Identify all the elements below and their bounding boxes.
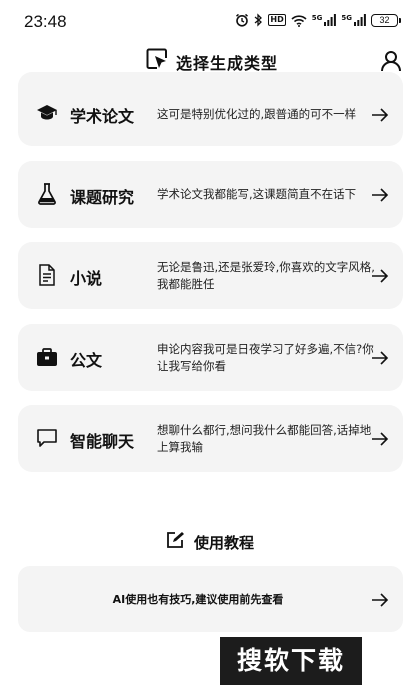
signal-label: 5G	[311, 14, 323, 22]
card-smart-chat[interactable]: 智能聊天 想聊什么都行,想问我什么都能回答,话掉地上算我输	[18, 405, 403, 472]
card-title: 学术论文	[70, 107, 135, 126]
briefcase-icon	[36, 346, 58, 368]
arrow-right-icon	[371, 350, 389, 365]
status-time: 23:48	[24, 12, 67, 31]
page-title: 选择生成类型	[176, 54, 279, 73]
card-title: 小说	[70, 269, 103, 288]
card-title: 公文	[70, 351, 103, 370]
card-description: 学术论文我都能写,这课题简直不在话下	[157, 187, 357, 201]
card-official-document[interactable]: 公文 申论内容我可是日夜学习了好多遍,不信?你让我写给你看	[18, 324, 403, 391]
signal-icon: 5G	[312, 14, 337, 26]
status-icons: HD 5G 5G 32	[235, 13, 401, 27]
arrow-right-icon	[371, 592, 389, 607]
card-description: 无论是鲁迅,还是张爱玲,你喜欢的文字风格,我都能胜任	[157, 260, 375, 291]
card-description: 想聊什么都行,想问我什么都能回答,话掉地上算我输	[157, 423, 372, 454]
card-topic-research[interactable]: 课题研究 学术论文我都能写,这课题简直不在话下	[18, 161, 403, 228]
card-title: 课题研究	[70, 188, 135, 207]
arrow-right-icon	[371, 268, 389, 283]
card-description: 这可是特别优化过的,跟普通的可不一样	[157, 107, 357, 121]
battery-icon: 32	[371, 13, 401, 27]
status-bar: 23:48 HD 5G 5G 32	[0, 0, 420, 40]
arrow-right-icon	[371, 431, 389, 446]
chat-bubble-icon	[36, 427, 58, 449]
graduation-cap-icon	[36, 102, 58, 124]
card-academic-paper[interactable]: 学术论文 这可是特别优化过的,跟普通的可不一样	[18, 72, 403, 146]
edit-icon	[166, 531, 184, 553]
signal-label-2: 5G	[341, 14, 352, 22]
watermark-logo: 搜软下载	[220, 637, 362, 685]
tutorial-link-text: AI使用也有技巧,建议使用前先查看	[112, 593, 284, 606]
card-title: 智能聊天	[70, 432, 135, 451]
flask-icon	[36, 183, 58, 205]
arrow-right-icon	[371, 107, 389, 122]
bluetooth-icon	[254, 13, 263, 27]
document-icon	[36, 264, 58, 286]
wifi-icon	[291, 14, 307, 27]
tutorial-title: 使用教程	[193, 533, 254, 552]
alarm-icon	[235, 13, 249, 27]
tutorial-header: 使用教程	[0, 530, 420, 554]
card-novel[interactable]: 小说 无论是鲁迅,还是张爱玲,你喜欢的文字风格,我都能胜任	[18, 242, 403, 309]
hd-badge: HD	[268, 14, 286, 26]
signal-icon-2: 5G	[341, 14, 366, 26]
tutorial-link-card[interactable]: AI使用也有技巧,建议使用前先查看	[18, 566, 403, 632]
card-description: 申论内容我可是日夜学习了好多遍,不信?你让我写给你看	[157, 342, 374, 373]
arrow-right-icon	[371, 187, 389, 202]
profile-button[interactable]	[380, 50, 402, 72]
